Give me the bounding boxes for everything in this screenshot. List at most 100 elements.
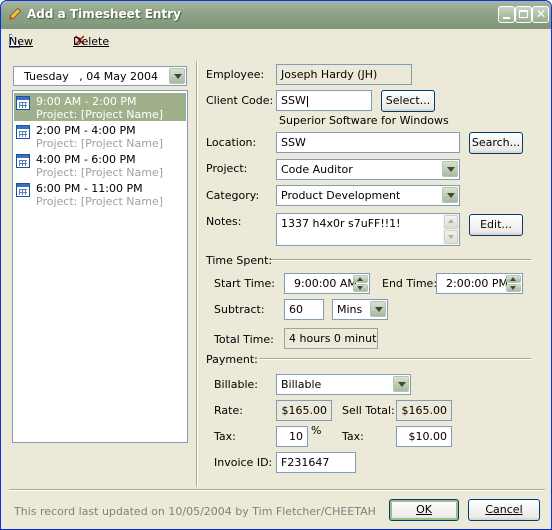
list-item[interactable]: 4:00 PM - 6:00 PM Project: [Project Name… bbox=[14, 151, 186, 179]
calendar-icon bbox=[16, 154, 30, 168]
search-location-button[interactable]: Search... bbox=[469, 132, 523, 154]
new-label: New bbox=[9, 34, 33, 48]
tax-percent-input[interactable]: 10 bbox=[276, 426, 308, 447]
invoice-id-input[interactable]: F231647 bbox=[276, 452, 356, 473]
billable-select[interactable]: Billable bbox=[276, 374, 411, 395]
minimize-icon bbox=[503, 17, 510, 19]
invoice-id-label: Invoice ID: bbox=[214, 456, 273, 469]
tax-percent-label: Tax: bbox=[214, 430, 236, 443]
scroll-up-icon[interactable] bbox=[444, 215, 458, 229]
category-label: Category: bbox=[206, 189, 260, 202]
calendar-icon bbox=[16, 96, 30, 110]
rate-field: $165.00 bbox=[276, 400, 332, 421]
window-title: Add a Timesheet Entry bbox=[27, 7, 181, 21]
entry-project: Project: [Project Name] bbox=[36, 108, 164, 121]
project-label: Project: bbox=[206, 162, 248, 175]
category-value: Product Development bbox=[281, 189, 401, 202]
notes-scrollbar[interactable] bbox=[443, 214, 459, 245]
sell-total-field: $165.00 bbox=[396, 400, 452, 421]
project-value: Code Auditor bbox=[281, 163, 353, 176]
location-input[interactable]: SSW bbox=[276, 132, 460, 153]
start-time-spinner[interactable]: 9:00:00 AM bbox=[284, 273, 370, 294]
rate-label: Rate: bbox=[214, 404, 243, 417]
location-label: Location: bbox=[206, 136, 257, 149]
client-name: Superior Software for Windows bbox=[279, 114, 449, 127]
close-icon: ✕ bbox=[536, 7, 547, 21]
list-item[interactable]: 2:00 PM - 4:00 PM Project: [Project Name… bbox=[14, 122, 186, 150]
subtract-unit-select[interactable]: Mins bbox=[332, 299, 388, 320]
timesheet-entry-list[interactable]: 9:00 AM - 2:00 PM Project: [Project Name… bbox=[12, 90, 188, 443]
calendar-icon bbox=[16, 183, 30, 197]
entry-project: Project: [Project Name] bbox=[36, 166, 164, 179]
subtract-unit-value: Mins bbox=[337, 303, 363, 316]
ok-button[interactable]: OK bbox=[389, 499, 459, 521]
list-item[interactable]: 6:00 PM - 11:00 PM Project: [Project Nam… bbox=[14, 180, 186, 208]
notes-textarea[interactable]: 1337 h4x0r s7uFF!!1! bbox=[276, 213, 460, 246]
chevron-down-icon[interactable] bbox=[442, 187, 458, 203]
category-select[interactable]: Product Development bbox=[276, 185, 460, 206]
project-select[interactable]: Code Auditor bbox=[276, 159, 460, 180]
close-button[interactable]: ✕ bbox=[532, 6, 549, 23]
edit-notes-button[interactable]: Edit... bbox=[469, 214, 523, 236]
calendar-icon bbox=[16, 125, 30, 139]
vertical-divider bbox=[196, 61, 198, 487]
end-time-value: 2:00:00 PM bbox=[446, 277, 509, 290]
maximize-icon bbox=[519, 10, 528, 18]
client-code-value: SSW bbox=[281, 94, 306, 107]
sell-total-label: Sell Total: bbox=[342, 404, 395, 417]
delete-button[interactable]: ✕ Delete bbox=[73, 33, 109, 49]
end-time-label: End Time: bbox=[382, 277, 438, 290]
total-time-label: Total Time: bbox=[214, 333, 274, 346]
client-code-label: Client Code: bbox=[206, 94, 274, 107]
employee-label: Employee: bbox=[206, 68, 265, 81]
footer-divider bbox=[9, 489, 545, 491]
start-time-label: Start Time: bbox=[214, 277, 275, 290]
date-picker[interactable]: Tuesday , 04 May 2004 bbox=[13, 66, 187, 86]
date-day: Tuesday bbox=[24, 70, 69, 83]
entry-time: 9:00 AM - 2:00 PM bbox=[36, 95, 137, 108]
tax-amount-input[interactable]: $10.00 bbox=[396, 426, 452, 447]
minimize-button[interactable] bbox=[498, 6, 515, 23]
maximize-button[interactable] bbox=[515, 6, 532, 23]
last-updated-status: This record last updated on 10/05/2004 b… bbox=[14, 505, 376, 518]
billable-label: Billable: bbox=[214, 378, 258, 391]
chevron-down-icon[interactable] bbox=[442, 161, 458, 177]
total-time-field: 4 hours 0 minutes bbox=[284, 328, 378, 349]
chevron-down-icon[interactable] bbox=[370, 301, 386, 317]
select-client-button[interactable]: Select... bbox=[381, 90, 435, 112]
spin-up-icon[interactable] bbox=[353, 275, 368, 283]
subtract-label: Subtract: bbox=[214, 303, 265, 316]
end-time-spinner[interactable]: 2:00:00 PM bbox=[436, 273, 523, 294]
payment-divider bbox=[259, 358, 531, 360]
employee-field: Joseph Hardy (JH) bbox=[276, 64, 412, 85]
billable-value: Billable bbox=[281, 378, 322, 391]
title-bar[interactable]: Add a Timesheet Entry ✕ bbox=[1, 1, 551, 29]
list-item[interactable]: 9:00 AM - 2:00 PM Project: [Project Name… bbox=[14, 93, 186, 121]
entry-time: 2:00 PM - 4:00 PM bbox=[36, 124, 136, 137]
entry-time: 4:00 PM - 6:00 PM bbox=[36, 153, 136, 166]
chevron-down-icon[interactable] bbox=[393, 376, 409, 392]
percent-sign: % bbox=[311, 424, 322, 437]
spin-down-icon[interactable] bbox=[506, 284, 521, 292]
time-spent-divider bbox=[271, 259, 531, 261]
scroll-down-icon[interactable] bbox=[444, 230, 458, 244]
tax-amount-label: Tax: bbox=[342, 430, 364, 443]
payment-group-label: Payment: bbox=[206, 353, 258, 366]
notes-value: 1337 h4x0r s7uFF!!1! bbox=[281, 217, 401, 230]
pencil-icon bbox=[9, 7, 22, 20]
date-dropdown-button[interactable] bbox=[169, 68, 185, 84]
subtract-input[interactable]: 60 bbox=[284, 299, 324, 320]
new-button[interactable]: New bbox=[9, 33, 33, 49]
ok-label: OK bbox=[416, 503, 432, 516]
start-time-value: 9:00:00 AM bbox=[294, 277, 357, 290]
spin-up-icon[interactable] bbox=[506, 275, 521, 283]
cancel-label: Cancel bbox=[485, 503, 523, 516]
date-value: , 04 May 2004 bbox=[79, 70, 158, 83]
spin-down-icon[interactable] bbox=[353, 284, 368, 292]
time-spent-group-label: Time Spent: bbox=[206, 254, 273, 267]
client-code-input[interactable]: SSW bbox=[276, 90, 372, 111]
cancel-button[interactable]: Cancel bbox=[468, 499, 540, 521]
entry-time: 6:00 PM - 11:00 PM bbox=[36, 182, 143, 195]
entry-project: Project: [Project Name] bbox=[36, 137, 164, 150]
entry-project: Project: [Project Name] bbox=[36, 195, 164, 208]
